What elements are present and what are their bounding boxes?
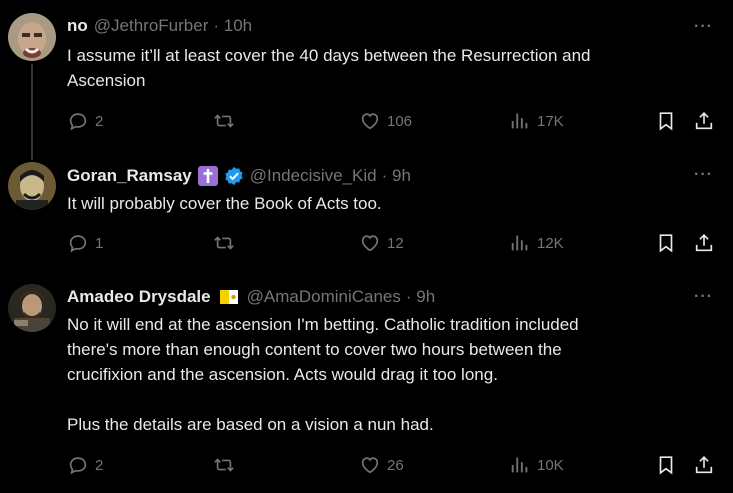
avatar[interactable] — [8, 162, 56, 210]
reply-icon — [69, 113, 87, 131]
share-button[interactable] — [693, 453, 715, 477]
display-name[interactable]: Goran_Ramsay — [67, 166, 192, 186]
views-button[interactable]: 12K — [509, 231, 564, 255]
retweet-button[interactable] — [213, 231, 235, 255]
retweet-icon — [214, 114, 234, 128]
tweet-actions: 1 12 12K — [67, 231, 717, 255]
more-icon[interactable]: ··· — [694, 288, 713, 306]
views-count: 17K — [537, 112, 564, 130]
cross-emoji-icon — [197, 165, 219, 187]
retweet-icon — [214, 458, 234, 472]
tweet-header: Goran_Ramsay @Indecisive_Kid · 9h — [67, 165, 411, 187]
tweet-header: Amadeo Drysdale @AmaDominiCanes · 9h — [67, 287, 435, 307]
bookmark-button[interactable] — [655, 109, 677, 133]
views-count: 12K — [537, 234, 564, 252]
more-icon[interactable]: ··· — [694, 166, 713, 184]
tweet-2[interactable]: Goran_Ramsay @Indecisive_Kid · 9h ··· It… — [0, 150, 733, 274]
bookmark-icon — [659, 456, 673, 475]
like-icon — [361, 457, 379, 474]
reply-button[interactable]: 2 — [67, 453, 103, 477]
reply-icon — [69, 457, 87, 475]
share-icon — [695, 456, 713, 474]
display-name[interactable]: Amadeo Drysdale — [67, 287, 211, 307]
like-count: 26 — [387, 456, 404, 474]
retweet-icon — [214, 236, 234, 250]
views-icon — [511, 113, 528, 129]
user-handle[interactable]: @AmaDominiCanes — [247, 287, 401, 307]
timestamp[interactable]: · 9h — [406, 287, 435, 307]
share-icon — [695, 112, 713, 130]
user-handle[interactable]: @JethroFurber — [94, 16, 209, 36]
tweet-1[interactable]: no @JethroFurber · 10h ··· I assume it’l… — [0, 0, 733, 150]
reply-count: 2 — [95, 456, 104, 474]
like-button[interactable]: 12 — [359, 231, 404, 255]
like-count: 106 — [387, 112, 413, 130]
retweet-button[interactable] — [213, 453, 235, 477]
bookmark-button[interactable] — [655, 231, 677, 255]
views-icon — [511, 235, 528, 251]
reply-count: 2 — [95, 112, 104, 130]
display-name[interactable]: no — [67, 16, 88, 36]
retweet-button[interactable] — [213, 109, 235, 133]
share-icon — [695, 234, 713, 252]
reply-icon — [69, 235, 87, 253]
tweet-actions: 2 26 10K — [67, 453, 717, 477]
tweet-header: no @JethroFurber · 10h — [67, 16, 252, 36]
avatar[interactable] — [8, 284, 56, 332]
more-icon[interactable]: ··· — [694, 18, 713, 36]
share-button[interactable] — [693, 109, 715, 133]
views-button[interactable]: 10K — [509, 453, 564, 477]
views-icon — [511, 457, 528, 473]
reply-count: 1 — [95, 234, 104, 252]
bookmark-button[interactable] — [655, 453, 677, 477]
tweet-text: I assume it’ll at least cover the 40 day… — [67, 46, 591, 90]
reply-button[interactable]: 1 — [67, 231, 103, 255]
avatar[interactable] — [8, 13, 56, 61]
bookmark-icon — [659, 112, 673, 131]
tweet-text: No it will end at the ascension I'm bett… — [67, 315, 579, 434]
vatican-flag-icon — [219, 288, 239, 306]
like-icon — [361, 113, 379, 130]
tweet-text: It will probably cover the Book of Acts … — [67, 194, 382, 213]
bookmark-icon — [659, 234, 673, 253]
views-count: 10K — [537, 456, 564, 474]
share-button[interactable] — [693, 231, 715, 255]
like-count: 12 — [387, 234, 404, 252]
timestamp[interactable]: · 10h — [213, 16, 252, 36]
like-button[interactable]: 26 — [359, 453, 404, 477]
tweet-3[interactable]: Amadeo Drysdale @AmaDominiCanes · 9h ···… — [0, 272, 733, 493]
reply-button[interactable]: 2 — [67, 109, 103, 133]
tweet-actions: 2 106 17K — [67, 109, 717, 133]
timestamp[interactable]: · 9h — [382, 166, 411, 186]
like-button[interactable]: 106 — [359, 109, 412, 133]
user-handle[interactable]: @Indecisive_Kid — [250, 166, 377, 186]
verified-icon[interactable] — [224, 166, 244, 186]
like-icon — [361, 235, 379, 252]
views-button[interactable]: 17K — [509, 109, 564, 133]
